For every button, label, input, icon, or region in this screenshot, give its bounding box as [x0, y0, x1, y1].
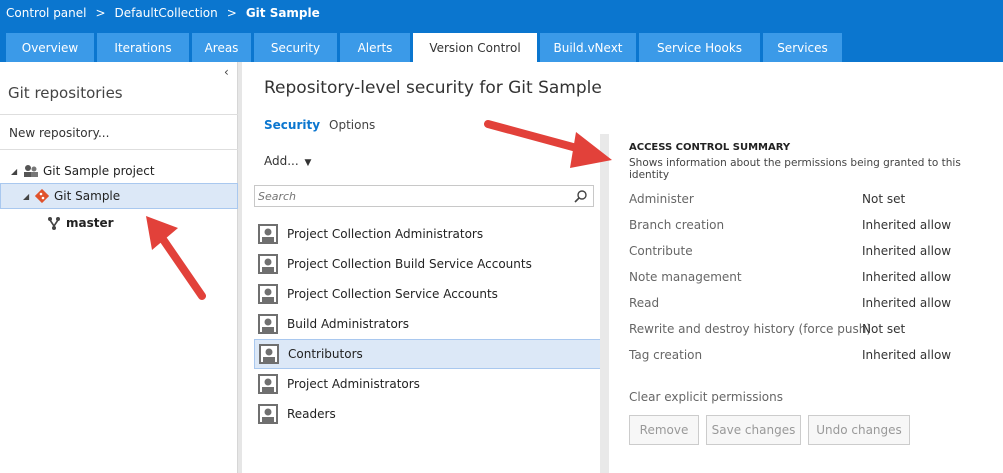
subtab-security[interactable]: Security [264, 118, 320, 132]
splitter[interactable] [238, 62, 242, 473]
breadcrumb-separator: > [95, 6, 106, 20]
tree-item-project[interactable]: ◢ Git Sample project [0, 158, 238, 184]
search-icon[interactable] [574, 189, 588, 203]
permission-value[interactable]: Inherited allow [862, 270, 951, 284]
sidebar-divider [0, 114, 238, 115]
group-label: Readers [287, 407, 336, 421]
permission-value[interactable]: Inherited allow [862, 218, 951, 232]
tab-security[interactable]: Security [254, 33, 337, 62]
tab-overview[interactable]: Overview [6, 33, 94, 62]
group-icon [258, 224, 278, 244]
save-changes-button[interactable]: Save changes [706, 415, 801, 445]
group-item[interactable]: Project Collection Build Service Account… [254, 249, 603, 279]
group-item[interactable]: Readers [254, 399, 603, 429]
group-icon [258, 404, 278, 424]
team-project-icon [24, 165, 38, 177]
tab-version-control[interactable]: Version Control [413, 33, 537, 62]
permission-name: Read [629, 296, 660, 310]
breadcrumb-collection[interactable]: DefaultCollection [115, 6, 218, 20]
tab-services[interactable]: Services [763, 33, 842, 62]
group-item[interactable]: Build Administrators [254, 309, 603, 339]
permission-name: Administer [629, 192, 694, 206]
annotation-arrow [484, 120, 612, 168]
permission-name: Branch creation [629, 218, 725, 232]
breadcrumb: Control panel > DefaultCollection > Git Samp… [6, 6, 320, 20]
group-icon [259, 344, 279, 364]
group-item[interactable]: Project Collection Service Accounts [254, 279, 603, 309]
acs-title: ACCESS CONTROL SUMMARY [629, 142, 791, 153]
tab-areas[interactable]: Areas [192, 33, 251, 62]
group-icon [258, 284, 278, 304]
group-label: Project Collection Build Service Account… [287, 257, 532, 271]
group-item[interactable]: Project Administrators [254, 369, 603, 399]
annotation-arrow [146, 216, 206, 300]
search-box[interactable] [254, 185, 594, 207]
page-title: Repository-level security for Git Sample [264, 78, 602, 98]
permission-name: Rewrite and destroy history (force push) [629, 322, 872, 336]
permission-value[interactable]: Not set [862, 322, 905, 336]
tree-item-label: Git Sample [54, 189, 121, 203]
add-label: Add... [264, 154, 299, 168]
sidebar-divider [0, 149, 238, 150]
dropdown-caret-icon: ▼ [304, 158, 312, 168]
add-menu-button[interactable]: Add... ▼ [264, 154, 311, 168]
group-label: Project Administrators [287, 377, 420, 391]
tab-build-vnext[interactable]: Build.vNext [540, 33, 636, 62]
tree-item-repo[interactable]: ◢ Git Sample [0, 183, 238, 209]
permission-value[interactable]: Inherited allow [862, 244, 951, 258]
tab-service-hooks[interactable]: Service Hooks [639, 33, 760, 62]
group-icon [258, 374, 278, 394]
group-label: Contributors [288, 347, 363, 361]
group-item[interactable]: Project Collection Administrators [254, 219, 603, 249]
collapse-chevron-icon[interactable]: ‹ [224, 65, 229, 79]
group-label: Project Collection Service Accounts [287, 287, 498, 301]
tab-alerts[interactable]: Alerts [340, 33, 410, 62]
breadcrumb-control-panel[interactable]: Control panel [6, 6, 86, 20]
top-bar: Control panel > DefaultCollection > Git Samp… [0, 0, 1003, 62]
group-icon [258, 314, 278, 334]
expand-triangle-icon[interactable]: ◢ [11, 167, 21, 176]
git-repo-icon [35, 189, 49, 203]
group-label: Build Administrators [287, 317, 409, 331]
permission-name: Contribute [629, 244, 693, 258]
scrollbar[interactable] [600, 134, 609, 473]
permission-name: Note management [629, 270, 742, 284]
tab-iterations[interactable]: Iterations [97, 33, 189, 62]
permission-value[interactable]: Not set [862, 192, 905, 206]
expand-triangle-icon[interactable]: ◢ [23, 192, 33, 201]
tree-item-label: Git Sample project [43, 164, 155, 178]
clear-explicit-permissions-link[interactable]: Clear explicit permissions [629, 390, 783, 404]
search-input[interactable] [258, 188, 558, 204]
group-item[interactable]: Contributors [254, 339, 603, 369]
remove-button[interactable]: Remove [629, 415, 699, 445]
breadcrumb-separator: > [226, 6, 237, 20]
permission-name: Tag creation [629, 348, 703, 362]
breadcrumb-current[interactable]: Git Sample [246, 6, 320, 20]
acs-subtitle: Shows information about the permissions … [629, 157, 961, 181]
tree-item-label: master [66, 216, 114, 230]
subtab-options[interactable]: Options [329, 118, 375, 132]
permission-value[interactable]: Inherited allow [862, 348, 951, 362]
permission-value[interactable]: Inherited allow [862, 296, 951, 310]
tab-bar: Overview Iterations Areas Security Alert… [6, 33, 845, 62]
undo-changes-button[interactable]: Undo changes [808, 415, 910, 445]
branch-icon [48, 217, 60, 230]
sidebar-title: Git repositories [8, 84, 123, 102]
group-icon [258, 254, 278, 274]
new-repository-link[interactable]: New repository... [9, 126, 109, 140]
group-label: Project Collection Administrators [287, 227, 484, 241]
